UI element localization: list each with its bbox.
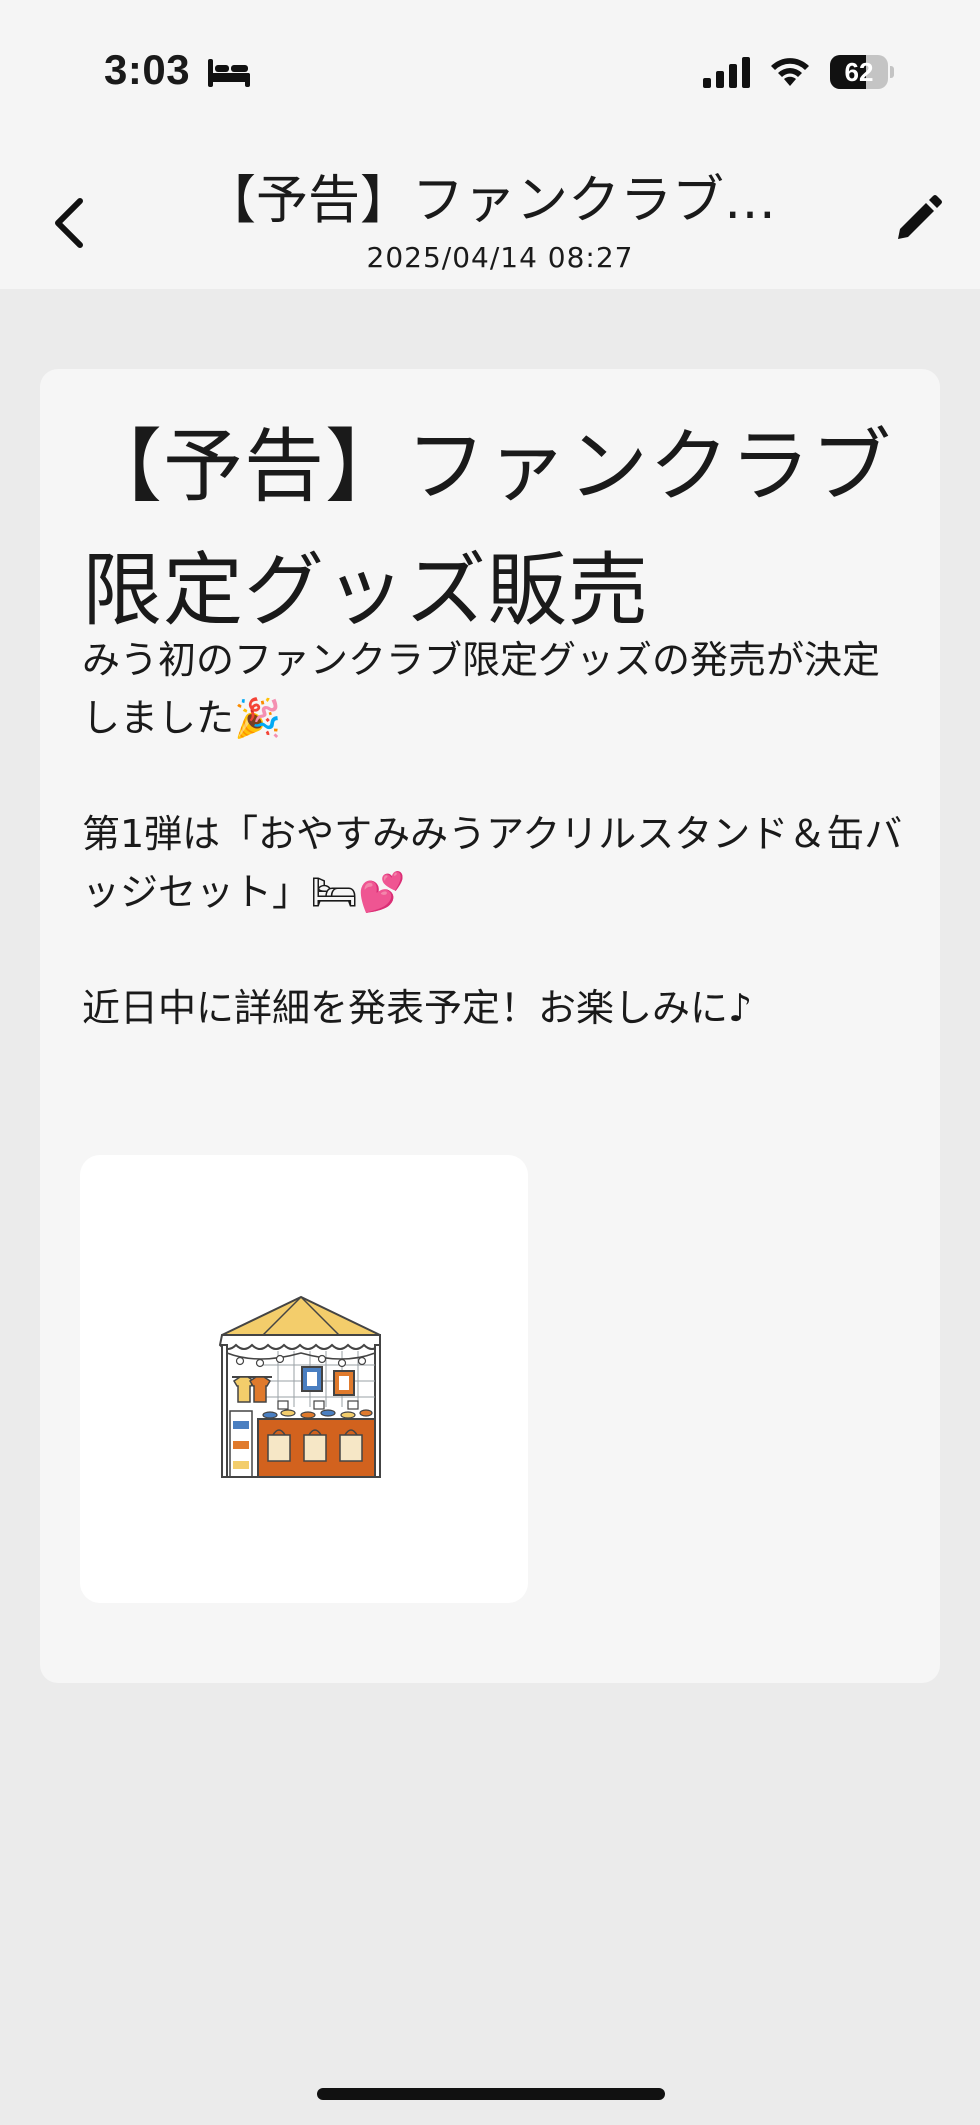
wifi-icon — [771, 58, 809, 86]
chevron-left-icon[interactable] — [50, 195, 90, 251]
battery-level: 62 — [844, 57, 874, 87]
bed-icon — [208, 59, 250, 87]
pencil-icon[interactable] — [894, 193, 944, 243]
battery-tip — [890, 66, 894, 78]
nav-header: 【予告】ファンクラブ… 2025/04/14 08:27 — [0, 145, 980, 289]
cellular-signal-icon — [703, 57, 750, 88]
post-body: みう初のファンクラブ限定グッズの発売が決定しました🎉 第1弾は「おやすみみうアク… — [82, 638, 903, 1030]
merch-booth-icon — [218, 1295, 381, 1478]
nav-title: 【予告】ファンクラブ… — [203, 171, 776, 231]
post-image[interactable] — [80, 1155, 528, 1603]
home-indicator[interactable] — [317, 2088, 665, 2100]
battery-indicator: 62 — [830, 55, 894, 89]
screen: 3:03 62 【予告】ファンクラブ… 2025/04/14 08:27 【予告… — [0, 0, 980, 2125]
nav-date: 2025/04/14 08:27 — [366, 241, 634, 274]
post-card: 【予告】ファンクラブ限定グッズ販売 みう初のファンクラブ限定グッズの発売が決定し… — [40, 369, 940, 1683]
battery-body: 62 — [830, 55, 888, 89]
status-bar: 3:03 62 — [0, 0, 980, 145]
post-title: 【予告】ファンクラブ限定グッズ販売 — [82, 420, 892, 637]
status-time: 3:03 — [104, 46, 191, 93]
